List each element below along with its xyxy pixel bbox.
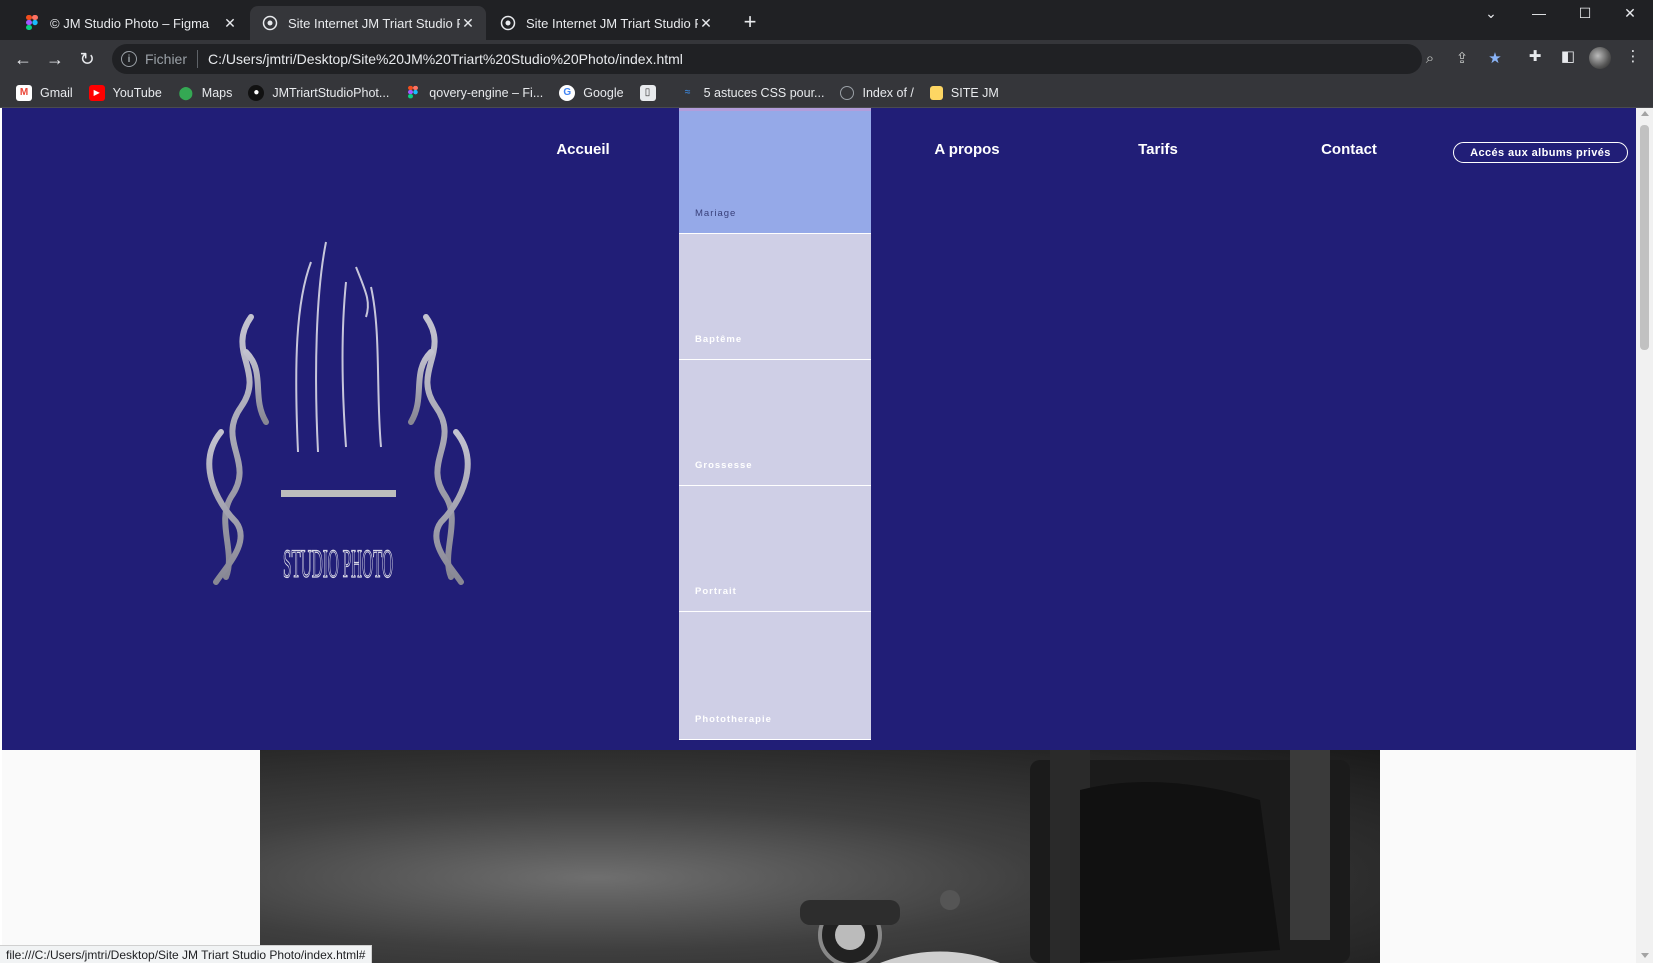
info-icon[interactable]: i [121,51,137,67]
scroll-up-icon[interactable] [1641,111,1649,116]
address-bar[interactable]: i Fichier C:/Users/jmtri/Desktop/Site%20… [112,44,1422,74]
tab-title: Site Internet JM Triart Studio Pho [526,15,698,31]
dropdown-item-portrait[interactable]: Portrait [679,486,871,612]
nav-contact[interactable]: Contact [1279,141,1419,158]
bookmark-figma[interactable]: qovery-engine – Fi... [405,85,543,101]
close-tab-icon[interactable]: ✕ [222,15,238,32]
services-dropdown: Mariage Baptême Grossesse Portrait Photo… [679,108,871,740]
maps-icon: ⬤ [178,84,194,100]
menu-icon[interactable]: ⋮ [1621,45,1645,69]
bookmark-label: JMTriartStudioPhot... [272,85,390,100]
bookmark-label: Index of / [862,85,914,100]
globe-icon [262,15,278,31]
address-divider [197,50,199,68]
bookmark-google[interactable]: G Google [559,84,624,101]
bookmark-label: Google [583,85,624,100]
close-window-icon[interactable]: ✕ [1607,0,1653,26]
dropdown-accent-line [679,108,871,111]
close-tab-icon[interactable]: ✕ [460,15,476,32]
bookmark-document[interactable]: ▯ [639,84,664,101]
scheme-label: Fichier [145,51,188,67]
bookmark-youtube[interactable]: ▶ YouTube [88,84,162,101]
status-bar-url: file:///C:/Users/jmtri/Desktop/Site JM T… [0,945,373,963]
bookmark-star-icon[interactable]: ★ [1483,47,1507,71]
globe-icon [840,85,855,100]
bookmark-label: Maps [201,85,233,100]
css-site-icon: ≈ [684,87,691,98]
dropdown-item-label: Mariage [695,208,737,219]
browser-tab[interactable]: Site Internet JM Triart Studio Pho ✕ [488,6,724,40]
url-text[interactable]: C:/Users/jmtri/Desktop/Site%20JM%20Triar… [208,51,683,67]
tab-strip: © JM Studio Photo – Figma ✕ Site Interne… [0,0,1653,40]
minimize-icon[interactable]: — [1516,0,1562,26]
bookmark-gmail[interactable]: M Gmail [16,84,73,101]
folder-icon [929,85,943,100]
bookmark-css-astuces[interactable]: ≈ 5 astuces CSS pour... [680,85,825,101]
bookmark-label: YouTube [112,85,162,100]
document-icon: ▯ [639,84,656,101]
google-icon: G [559,84,576,101]
scrollbar-thumb[interactable] [1640,125,1649,350]
dropdown-item-label: Phototherapie [695,714,772,725]
close-tab-icon[interactable]: ✕ [698,15,714,32]
profile-avatar[interactable] [1589,47,1611,69]
nav-tarifs[interactable]: Tarifs [1088,141,1228,158]
bookmark-label: qovery-engine – Fi... [429,85,544,100]
browser-tab[interactable]: © JM Studio Photo – Figma ✕ [12,6,248,40]
browser-tab-active[interactable]: Site Internet JM Triart Studio Pho ✕ [250,6,486,40]
dropdown-item-label: Portrait [695,586,737,597]
bookmark-github[interactable]: ● JMTriartStudioPhot... [248,84,390,101]
nav-a-propos[interactable]: A propos [897,141,1037,158]
maximize-icon[interactable]: ☐ [1562,0,1608,26]
scroll-down-icon[interactable] [1641,953,1649,958]
dropdown-item-phototherapie[interactable]: Phototherapie [679,612,871,740]
tab-title: © JM Studio Photo – Figma [50,15,210,31]
dropdown-item-label: Grossesse [695,460,753,471]
dropdown-item-mariage[interactable]: Mariage [679,108,871,234]
bookmark-index-of[interactable]: Index of / [840,85,914,100]
bookmark-site-jm[interactable]: SITE JM [929,85,999,100]
bookmark-maps[interactable]: ⬤ Maps [178,85,233,101]
browser-toolbar: ← → ↻ i Fichier C:/Users/jmtri/Desktop/S… [0,40,1653,78]
share-icon[interactable]: ⇪ [1450,47,1474,71]
logo-text: STUDIO PHOTO [283,541,393,586]
dropdown-item-label: Baptême [695,334,743,345]
private-albums-button[interactable]: Accés aux albums privés [1453,142,1628,163]
dropdown-item-bapteme[interactable]: Baptême [679,234,871,360]
tab-title: Site Internet JM Triart Studio Pho [288,15,460,31]
reload-icon[interactable]: ↻ [73,45,101,73]
nav-accueil[interactable]: Accueil [513,141,653,158]
studio-logo: STUDIO PHOTO [206,241,471,587]
figma-icon [24,15,40,31]
dropdown-item-grossesse[interactable]: Grossesse [679,360,871,486]
youtube-icon: ▶ [88,84,105,101]
extensions-icon[interactable]: ✚ [1523,45,1547,69]
forward-icon[interactable]: → [41,45,69,73]
bookmarks-bar: M Gmail ▶ YouTube ⬤ Maps ● JMTriartStudi… [0,78,1653,108]
new-tab-button[interactable]: + [736,8,764,36]
tab-search-icon[interactable]: ⌄ [1468,0,1514,26]
github-icon: ● [248,84,265,101]
side-panel-icon[interactable]: ◧ [1556,45,1580,69]
bookmark-label: SITE JM [950,85,999,100]
back-icon[interactable]: ← [9,45,37,73]
globe-icon [500,15,516,31]
vintage-camera-photo [260,750,1380,963]
zoom-icon[interactable]: ⌕ [1418,47,1442,71]
bookmark-label: 5 astuces CSS pour... [703,85,825,100]
gmail-icon: M [16,84,32,101]
figma-icon [405,85,421,101]
bookmark-label: Gmail [40,85,73,100]
